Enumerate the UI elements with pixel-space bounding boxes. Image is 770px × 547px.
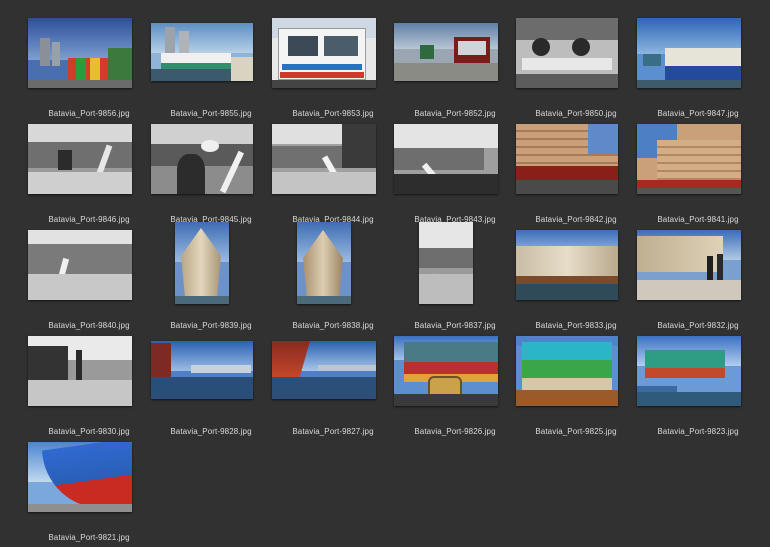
thumbnail-filename: Batavia_Port-9827.jpg [292, 427, 374, 436]
thumbnail-filename: Batavia_Port-9839.jpg [170, 321, 252, 330]
thumbnail-filename: Batavia_Port-9840.jpg [48, 321, 130, 330]
thumbnail-filename: Batavia_Port-9852.jpg [414, 109, 496, 118]
thumbnail-filename: Batavia_Port-9841.jpg [657, 215, 739, 224]
thumbnail-image[interactable] [419, 222, 473, 304]
thumbnail-filename: Batavia_Port-9846.jpg [48, 215, 130, 224]
thumbnail-image[interactable] [637, 336, 741, 406]
thumbnail-item[interactable]: Batavia_Port-9840.jpg [28, 229, 150, 335]
thumbnail-item[interactable]: Batavia_Port-9839.jpg [150, 222, 272, 335]
thumbnail-image[interactable] [637, 18, 741, 88]
thumbnail-filename: Batavia_Port-9823.jpg [657, 427, 739, 436]
thumbnail-image[interactable] [637, 230, 741, 300]
thumbnail-item[interactable]: Batavia_Port-9827.jpg [272, 335, 394, 441]
thumbnail-filename: Batavia_Port-9833.jpg [535, 321, 617, 330]
thumbnail-filename: Batavia_Port-9842.jpg [535, 215, 617, 224]
thumbnail-item[interactable]: Batavia_Port-9821.jpg [28, 441, 150, 547]
thumbnail-image[interactable] [151, 341, 253, 399]
thumbnail-image[interactable] [516, 336, 618, 406]
thumbnail-image[interactable] [394, 336, 498, 406]
thumbnail-image[interactable] [516, 124, 618, 194]
thumbnail-item[interactable]: Batavia_Port-9855.jpg [150, 17, 272, 123]
thumbnail-image[interactable] [28, 18, 132, 88]
thumbnail-image[interactable] [28, 336, 132, 406]
thumbnail-filename: Batavia_Port-9856.jpg [48, 109, 130, 118]
thumbnail-filename: Batavia_Port-9855.jpg [170, 109, 252, 118]
thumbnail-image[interactable] [272, 18, 376, 88]
thumbnail-item[interactable]: Batavia_Port-9843.jpg [394, 123, 516, 229]
thumbnail-item[interactable]: Batavia_Port-9845.jpg [150, 123, 272, 229]
thumbnail-item[interactable]: Batavia_Port-9856.jpg [28, 17, 150, 123]
thumbnail-filename: Batavia_Port-9832.jpg [657, 321, 739, 330]
thumbnail-filename: Batavia_Port-9821.jpg [48, 533, 130, 542]
thumbnail-item[interactable]: Batavia_Port-9837.jpg [394, 222, 516, 335]
thumbnail-image[interactable] [28, 230, 132, 300]
thumbnail-image[interactable] [394, 23, 498, 81]
thumbnail-item[interactable]: Batavia_Port-9833.jpg [515, 229, 637, 335]
thumbnail-image[interactable] [297, 222, 351, 304]
thumbnail-item[interactable]: Batavia_Port-9852.jpg [394, 17, 516, 123]
thumbnail-filename: Batavia_Port-9825.jpg [535, 427, 617, 436]
thumbnail-image[interactable] [175, 222, 229, 304]
thumbnail-image[interactable] [516, 18, 618, 88]
thumbnail-image[interactable] [516, 230, 618, 300]
thumbnail-item[interactable]: Batavia_Port-9847.jpg [637, 17, 759, 123]
thumbnail-filename: Batavia_Port-9838.jpg [292, 321, 374, 330]
thumbnail-filename: Batavia_Port-9853.jpg [292, 109, 374, 118]
thumbnail-image[interactable] [394, 124, 498, 194]
thumbnail-item[interactable]: Batavia_Port-9838.jpg [272, 222, 394, 335]
thumbnail-item[interactable]: Batavia_Port-9850.jpg [515, 17, 637, 123]
thumbnail-item[interactable]: Batavia_Port-9846.jpg [28, 123, 150, 229]
thumbnail-item[interactable]: Batavia_Port-9842.jpg [515, 123, 637, 229]
thumbnail-grid: Batavia_Port-9856.jpg Batavia_Port-9855.… [0, 0, 770, 544]
thumbnail-filename: Batavia_Port-9830.jpg [48, 427, 130, 436]
thumbnail-filename: Batavia_Port-9850.jpg [535, 109, 617, 118]
thumbnail-image[interactable] [28, 442, 132, 512]
thumbnail-item[interactable]: Batavia_Port-9853.jpg [272, 17, 394, 123]
thumbnail-filename: Batavia_Port-9847.jpg [657, 109, 739, 118]
thumbnail-filename: Batavia_Port-9828.jpg [170, 427, 252, 436]
thumbnail-image[interactable] [272, 124, 376, 194]
thumbnail-image[interactable] [151, 124, 253, 194]
thumbnail-item[interactable]: Batavia_Port-9823.jpg [637, 335, 759, 441]
thumbnail-item[interactable]: Batavia_Port-9832.jpg [637, 229, 759, 335]
thumbnail-filename: Batavia_Port-9826.jpg [414, 427, 496, 436]
thumbnail-item[interactable]: Batavia_Port-9826.jpg [394, 335, 516, 441]
thumbnail-item[interactable]: Batavia_Port-9844.jpg [272, 123, 394, 229]
thumbnail-filename: Batavia_Port-9837.jpg [414, 321, 496, 330]
thumbnail-image[interactable] [637, 124, 741, 194]
thumbnail-image[interactable] [272, 341, 376, 399]
thumbnail-image[interactable] [28, 124, 132, 194]
thumbnail-item[interactable]: Batavia_Port-9828.jpg [150, 335, 272, 441]
thumbnail-image[interactable] [151, 23, 253, 81]
thumbnail-item[interactable]: Batavia_Port-9825.jpg [515, 335, 637, 441]
thumbnail-item[interactable]: Batavia_Port-9841.jpg [637, 123, 759, 229]
thumbnail-item[interactable]: Batavia_Port-9830.jpg [28, 335, 150, 441]
